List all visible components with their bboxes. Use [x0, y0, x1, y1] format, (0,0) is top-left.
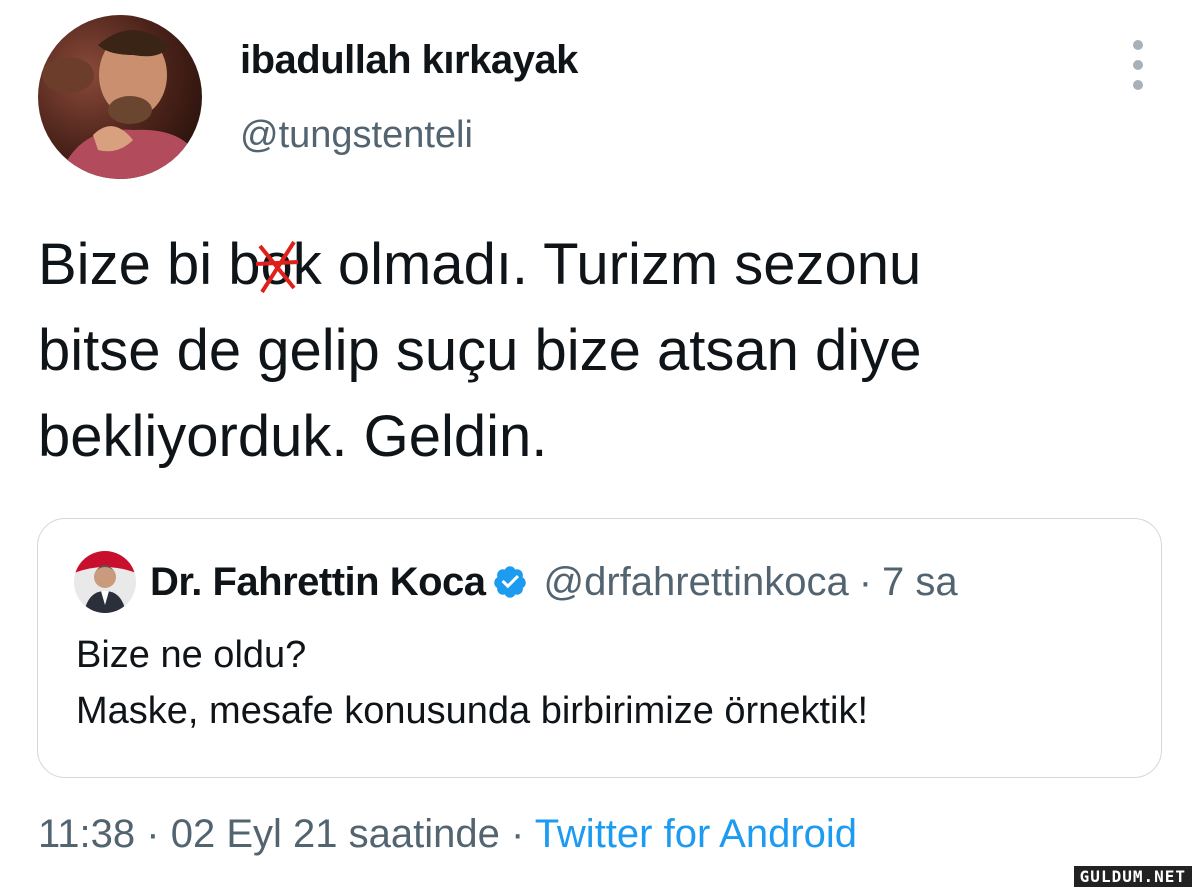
- quoted-text-line-1: Bize ne oldu?: [76, 634, 307, 676]
- quoted-author-handle[interactable]: @drfahrettinkoca: [544, 560, 849, 605]
- tweet-meta: 11:38 · 02 Eyl 21 saatinde · Twitter for…: [38, 812, 857, 857]
- watermark: GULDUM.NET: [1073, 866, 1192, 887]
- more-dot: [1133, 40, 1143, 50]
- quoted-timestamp[interactable]: 7 sa: [882, 560, 958, 605]
- tweet-text-line-2: bitse de gelip suçu bize atsan diye: [38, 318, 922, 383]
- more-vertical-icon[interactable]: [1122, 40, 1154, 90]
- censor-mark-icon: [256, 240, 299, 294]
- tweet-text-line-1: Bize bi bo k olmadı. Turizm sezonu: [38, 222, 1158, 308]
- tweet-text-fragment: Bize bi b: [38, 232, 261, 297]
- quoted-tweet-text: Bize ne oldu? Maske, mesafe konusunda bi…: [76, 627, 868, 739]
- tweet-text-fragment: k olmadı. Turizm sezonu: [292, 232, 922, 297]
- tweet-source-link[interactable]: Twitter for Android: [535, 812, 857, 856]
- quoted-avatar-photo: [74, 551, 136, 613]
- quoted-author-name[interactable]: Dr. Fahrettin Koca: [150, 560, 486, 605]
- author-handle[interactable]: @tungstenteli: [240, 114, 473, 157]
- more-dot: [1133, 80, 1143, 90]
- quoted-text-line-2: Maske, mesafe konusunda birbirimize örne…: [76, 690, 869, 732]
- quoted-tweet-card[interactable]: Dr. Fahrettin Koca @drfahrettinkoca · 7 …: [37, 518, 1162, 778]
- quoted-author-avatar[interactable]: [74, 551, 136, 613]
- author-avatar[interactable]: [38, 15, 202, 179]
- tweet-text: Bize bi bo k olmadı. Turizm sezonu bitse…: [38, 222, 1158, 480]
- tweet-text-line-3: bekliyorduk. Geldin.: [38, 404, 548, 469]
- more-dot: [1133, 60, 1143, 70]
- separator-dot: ·: [510, 812, 525, 856]
- tweet-time[interactable]: 11:38: [38, 812, 135, 856]
- author-name[interactable]: ibadullah kırkayak: [240, 38, 578, 83]
- separator-dot: ·: [146, 812, 160, 856]
- verified-badge-icon: [492, 564, 528, 600]
- user-avatar-photo: [38, 15, 202, 179]
- censored-letter: o: [256, 222, 299, 308]
- separator-dot: ·: [858, 559, 873, 604]
- tweet-date[interactable]: 02 Eyl 21 saatinde: [171, 812, 500, 856]
- quoted-header: Dr. Fahrettin Koca @drfahrettinkoca · 7 …: [150, 557, 958, 607]
